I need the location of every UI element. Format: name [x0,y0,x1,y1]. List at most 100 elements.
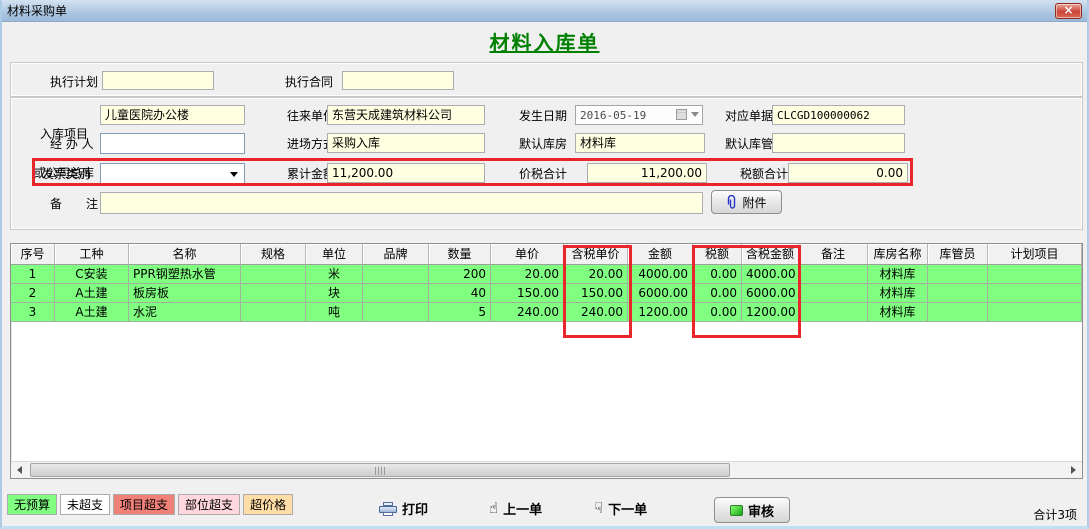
price-tax-total-field[interactable]: 11,200.00 [587,163,707,183]
table-cell: 4000.00 [742,265,799,284]
handler-field[interactable] [100,133,245,154]
attachment-button[interactable]: 附件 [711,190,782,214]
table-cell: 2 [11,284,55,303]
table-cell: 材料库 [868,265,928,284]
invoice-type-dropdown[interactable] [100,163,245,184]
table-cell [241,284,306,303]
table-row[interactable]: 1C安装PPR钢塑热水管米20020.0020.004000.000.00400… [11,265,1082,284]
column-header-9[interactable]: 含税单价 [564,244,628,265]
column-header-7[interactable]: 数量 [429,244,491,265]
total-count: 合计3项 [1033,506,1077,523]
table-cell [799,303,868,322]
table-cell: 块 [306,284,363,303]
default-warehouse-field[interactable]: 材料库 [575,133,705,153]
table-cell: 4000.00 [628,265,693,284]
table-cell [363,284,429,303]
table-cell [799,284,868,303]
column-header-6[interactable]: 品牌 [363,244,429,265]
date-picker[interactable]: 2016-05-19 [575,105,703,125]
table-cell: 150.00 [491,284,564,303]
hand-down-icon: ☟ [594,501,603,516]
table-cell [241,303,306,322]
table-cell: 吨 [306,303,363,322]
table-body: 1C安装PPR钢塑热水管米20020.0020.004000.000.00400… [11,265,1082,322]
table-cell [799,265,868,284]
table-cell: 20.00 [564,265,628,284]
default-keeper-field[interactable] [772,133,905,153]
previous-order-button[interactable]: ☝ 上一单 [489,499,542,518]
close-button[interactable]: × [1055,3,1082,19]
next-order-label: 下一单 [608,499,647,518]
date-value: 2016-05-19 [580,109,646,122]
close-icon: × [1063,3,1073,17]
column-header-14[interactable]: 库房名称 [868,244,928,265]
table-cell: C安装 [55,265,129,284]
table-cell: 240.00 [564,303,628,322]
paperclip-icon [726,195,737,210]
next-order-button[interactable]: ☟ 下一单 [594,499,647,518]
vendor-field[interactable]: 东营天成建筑材料公司 [327,105,485,125]
table-header-row: 序号工种名称规格单位品牌数量单价含税单价金额税额含税金额备注库房名称库管员计划项… [11,244,1082,265]
scroll-left-button[interactable] [11,462,28,478]
table-cell: 0.00 [693,303,742,322]
table-cell: 40 [429,284,491,303]
table-cell [988,303,1082,322]
green-led-icon [730,505,743,516]
project-field[interactable]: 儿童医院办公楼 [100,105,245,125]
table-cell: 0.00 [693,284,742,303]
column-header-12[interactable]: 含税金额 [742,244,799,265]
column-header-5[interactable]: 单位 [306,244,363,265]
table-cell [241,265,306,284]
column-header-13[interactable]: 备注 [799,244,868,265]
window-title: 材料采购单 [7,2,67,19]
scroll-right-button[interactable] [1065,462,1082,478]
default-keeper-label: 默认库管 [725,137,773,151]
column-header-2[interactable]: 工种 [55,244,129,265]
table-cell [928,265,988,284]
table-cell: PPR钢塑热水管 [129,265,241,284]
handler-label: 经 办 人 [50,137,94,151]
column-header-1[interactable]: 序号 [11,244,55,265]
table-cell: 0.00 [693,265,742,284]
table-cell: 米 [306,265,363,284]
column-header-4[interactable]: 规格 [241,244,306,265]
legend-chip: 项目超支 [113,494,175,515]
title-bar: 材料采购单 [0,0,1089,22]
legend: 无预算未超支项目超支部位超支超价格 [7,494,293,515]
table-cell: 240.00 [491,303,564,322]
column-header-3[interactable]: 名称 [129,244,241,265]
table-cell: 水泥 [129,303,241,322]
hand-up-icon: ☝ [489,501,498,516]
horizontal-scrollbar[interactable] [11,461,1082,478]
table-cell: 5 [429,303,491,322]
table-row[interactable]: 2A土建板房板块40150.00150.006000.000.006000.00… [11,284,1082,303]
table-cell: 板房板 [129,284,241,303]
tax-total-field[interactable]: 0.00 [788,163,908,183]
exec-contract-label: 执行合同 [285,75,333,89]
entry-mode-field[interactable]: 采购入库 [327,133,485,153]
column-header-8[interactable]: 单价 [491,244,564,265]
table-cell [363,265,429,284]
invoice-type-label: 发票类别 [42,167,90,181]
table-cell [928,284,988,303]
table-cell: 材料库 [868,284,928,303]
table-cell: 150.00 [564,284,628,303]
remark-field[interactable] [100,192,703,214]
column-header-11[interactable]: 税额 [693,244,742,265]
exec-contract-field[interactable] [342,71,454,90]
total-amount-field[interactable]: 11,200.00 [327,163,485,183]
audit-button[interactable]: 审核 [714,497,790,523]
column-header-16[interactable]: 计划项目 [988,244,1082,265]
table-cell: 3 [11,303,55,322]
column-header-15[interactable]: 库管员 [928,244,988,265]
exec-plan-field[interactable] [102,71,214,90]
scroll-left-icon [17,466,22,474]
table-cell: A土建 [55,284,129,303]
column-header-10[interactable]: 金额 [628,244,693,265]
table-cell: 20.00 [491,265,564,284]
table-row[interactable]: 3A土建水泥吨5240.00240.001200.000.001200.00材料… [11,303,1082,322]
print-button[interactable]: 打印 [379,499,428,518]
doc-no-field[interactable]: CLCGD100000062 [772,105,905,125]
scrollbar-thumb[interactable] [30,463,730,477]
table-cell: A土建 [55,303,129,322]
